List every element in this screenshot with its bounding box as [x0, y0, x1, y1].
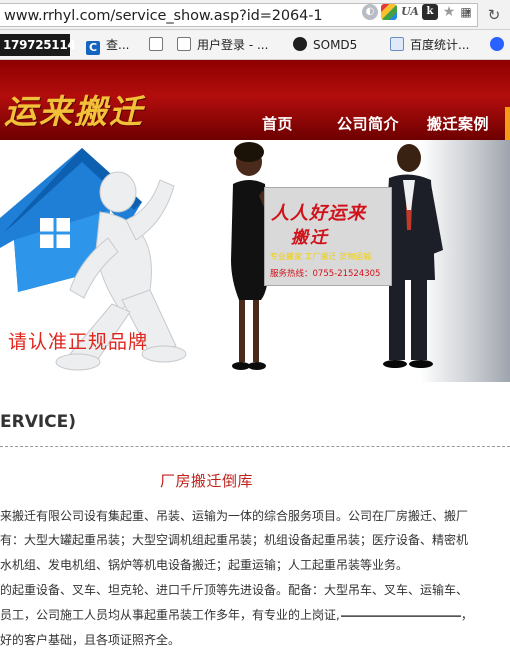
article-text-line: 有：大型大罐起重吊装；大型空调机组起重吊装；机组设备起重吊装；医疗设备、精密机 — [0, 533, 469, 547]
color-extension-icon[interactable] — [381, 4, 397, 20]
browser-address-bar: www.rrhyl.com/service_show.asp?id=2064-1… — [0, 0, 510, 30]
site-header: 运来搬迁 首页 公司简介 搬迁案例 — [0, 60, 510, 140]
bookmark-label: 用户登录 - ... — [197, 38, 269, 52]
bookmark-label: 查... — [106, 38, 130, 52]
c-app-icon: C — [86, 41, 100, 55]
chart-icon — [390, 37, 404, 51]
bookmark-label: SOMD5 — [313, 38, 358, 52]
article-text-line: 员工，公司施工人员均从事起重吊装工作多年，有专业的上岗证, ， — [0, 607, 473, 623]
k-extension-icon[interactable]: k — [422, 4, 438, 20]
bookmarks-bar: 179725114 C 查... 用户登录 - ... SOMD5 百度统计... — [0, 30, 510, 60]
baidu-icon — [490, 37, 504, 51]
chevron-down-icon[interactable]: ▾ — [466, 8, 471, 18]
article-text-line: 来搬迁有限公司设有集起重、吊装、运输为一体的综合服务项目。公司在厂房搬迁、搬厂 — [0, 509, 469, 523]
article-text-fragment: ， — [460, 608, 473, 622]
nav-highlight-bar — [505, 107, 510, 140]
document-icon — [177, 37, 191, 51]
document-icon — [149, 37, 163, 51]
bookmark-item[interactable]: SOMD5 — [293, 36, 357, 54]
bookmark-item[interactable]: 用户登录 - ... — [177, 36, 268, 54]
sign-board-services: 专业搬家 工厂搬迁 货物运输 — [270, 252, 372, 261]
hero-banner: 请认准正规品牌 人人好运来 搬迁 专业搬家 工厂搬迁 货物运输 服务热线：075… — [0, 140, 510, 382]
nav-about[interactable]: 公司简介 — [337, 113, 399, 134]
sign-board-title: 人人好运来 — [271, 203, 366, 224]
man-figure — [383, 144, 443, 368]
bookmark-item[interactable] — [149, 36, 169, 54]
article-text-fragment: 员工，公司施工人员均从事起重吊装工作多年，有专业的上岗证, — [0, 608, 340, 622]
section-title: ERVICE) — [0, 412, 77, 432]
bookmark-item[interactable]: 百度统计... — [390, 36, 469, 54]
sign-board-hotline: 服务热线：0755-21524305 — [270, 269, 381, 279]
article-text-line: 的起重设备、叉车、坦克轮、进口千斤顶等先进设备。配备：大型吊车、叉车、运输车、 — [0, 583, 469, 597]
article-text-line: 好的客户基础，且各项证照齐全。 — [0, 633, 181, 647]
article-text-line: 水机组、发电机组、锅炉等机电设备搬迁；起重运输；人工起重吊装等业务。 — [0, 558, 409, 572]
ua-extension-icon[interactable]: UA — [399, 4, 421, 20]
sign-board-subtitle: 搬迁 — [291, 228, 329, 248]
bookmark-item[interactable] — [490, 36, 510, 54]
article-title: 厂房搬迁倒库 — [160, 472, 254, 490]
bookmark-phone[interactable]: 179725114 — [0, 34, 76, 56]
bookmark-item[interactable]: C 查... — [86, 36, 130, 55]
redacted-text-bar — [340, 614, 461, 617]
globe-icon[interactable]: ◐ — [362, 4, 378, 20]
sign-board: 人人好运来 搬迁 专业搬家 工厂搬迁 货物运输 服务热线：0755-215243… — [264, 187, 392, 286]
star-icon[interactable]: ★ — [441, 4, 457, 20]
section-divider — [0, 446, 510, 447]
reload-icon[interactable]: ↻ — [484, 5, 504, 25]
nav-home[interactable]: 首页 — [262, 113, 293, 134]
bookmark-label: 百度统计... — [410, 38, 470, 52]
nav-cases[interactable]: 搬迁案例 — [427, 113, 489, 134]
url-text[interactable]: www.rrhyl.com/service_show.asp?id=2064-1 — [4, 6, 364, 26]
site-logo[interactable]: 运来搬迁 — [4, 85, 144, 133]
somd5-icon — [293, 37, 307, 51]
banner-slogan: 请认准正规品牌 — [8, 331, 149, 353]
